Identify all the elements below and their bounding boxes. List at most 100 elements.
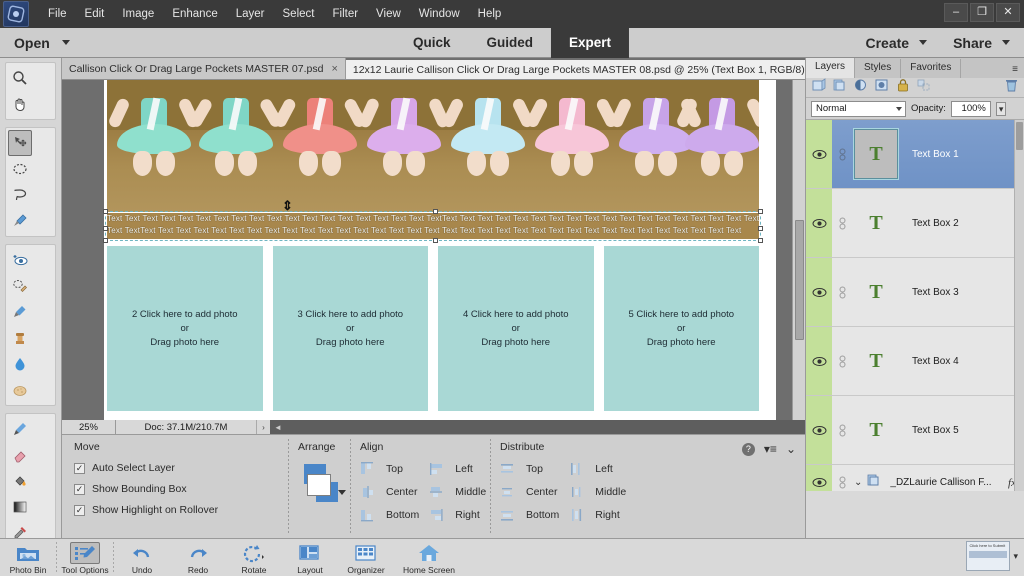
align-middle-label[interactable]: Middle bbox=[455, 486, 486, 498]
paint-bucket-tool[interactable] bbox=[8, 468, 32, 494]
chevron-down-icon[interactable] bbox=[338, 490, 346, 495]
layer-row-text-box-3[interactable]: T Text Box 3 bbox=[806, 258, 1024, 327]
create-button[interactable]: Create bbox=[865, 35, 928, 51]
layer-link-icon[interactable] bbox=[832, 424, 852, 437]
submit-thumbnail[interactable]: Click here to Submit bbox=[966, 541, 1011, 571]
layer-link-icon[interactable] bbox=[832, 148, 852, 161]
distribute-bottom-icon[interactable] bbox=[500, 508, 516, 522]
blur-tool[interactable] bbox=[8, 351, 32, 377]
spot-healing-brush-tool[interactable] bbox=[8, 273, 32, 299]
lock-layer-icon[interactable] bbox=[896, 78, 911, 97]
adjustment-layer-icon[interactable] bbox=[854, 78, 869, 97]
resize-handle-e[interactable] bbox=[758, 226, 763, 231]
move-tool[interactable] bbox=[8, 130, 32, 156]
chevron-down-icon[interactable]: ⌄ bbox=[854, 477, 862, 488]
taskbar-photo-bin[interactable]: Photo Bin bbox=[0, 539, 56, 576]
layer-row-text-box-1[interactable]: T Text Box 1 bbox=[806, 120, 1024, 189]
layer-thumbnail[interactable]: T bbox=[853, 128, 899, 180]
layer-thumbnail[interactable]: T bbox=[854, 267, 898, 317]
arrange-stack-icon[interactable] bbox=[298, 462, 354, 506]
align-left-icon[interactable] bbox=[429, 462, 445, 476]
link-layers-icon[interactable] bbox=[917, 78, 932, 97]
zoom-tool[interactable] bbox=[8, 65, 32, 91]
delete-layer-icon[interactable] bbox=[1005, 78, 1018, 97]
layer-link-icon[interactable] bbox=[832, 355, 852, 368]
hand-tool[interactable] bbox=[8, 91, 32, 117]
sponge-tool[interactable] bbox=[8, 377, 32, 403]
distribute-center-icon[interactable] bbox=[500, 485, 516, 499]
tab-favorites[interactable]: Favorites bbox=[901, 59, 962, 78]
clone-stamp-tool[interactable] bbox=[8, 325, 32, 351]
eraser-tool[interactable] bbox=[8, 442, 32, 468]
layer-name[interactable]: Text Box 3 bbox=[912, 287, 959, 298]
distribute-top-icon[interactable] bbox=[500, 462, 516, 476]
layer-row-group[interactable]: ⌄ _DZLaurie Callison F... fx bbox=[806, 465, 1024, 491]
menu-enhance[interactable]: Enhance bbox=[163, 4, 226, 24]
layer-visibility-toggle[interactable] bbox=[806, 189, 832, 257]
layers-list[interactable]: T Text Box 1 T Text Box 2 T Text Box 3 T… bbox=[806, 120, 1024, 491]
duplicate-layer-icon[interactable] bbox=[833, 78, 848, 97]
layer-row-text-box-4[interactable]: T Text Box 4 bbox=[806, 327, 1024, 396]
resize-handle-se[interactable] bbox=[758, 238, 763, 243]
resize-handle-ne[interactable] bbox=[758, 209, 763, 214]
tab-layers[interactable]: Layers bbox=[806, 58, 856, 78]
zoom-level[interactable]: 25% bbox=[62, 420, 116, 434]
resize-handle-sw[interactable] bbox=[103, 238, 108, 243]
distribute-left-icon[interactable] bbox=[569, 462, 585, 476]
distribute-right-label[interactable]: Right bbox=[595, 509, 626, 521]
menu-file[interactable]: File bbox=[39, 4, 76, 24]
scrollbar-thumb[interactable] bbox=[1016, 122, 1023, 150]
photo-pocket-2[interactable]: 2 Click here to add photo or Drag photo … bbox=[107, 246, 263, 411]
layer-link-icon[interactable] bbox=[832, 217, 852, 230]
distribute-top-label[interactable]: Top bbox=[526, 463, 559, 475]
layer-visibility-toggle[interactable] bbox=[806, 258, 832, 326]
layer-link-icon[interactable] bbox=[832, 286, 852, 299]
layer-visibility-toggle[interactable] bbox=[806, 465, 832, 491]
chevron-down-icon[interactable]: ⌄ bbox=[786, 442, 796, 456]
layer-name[interactable]: Text Box 2 bbox=[912, 218, 959, 229]
layer-thumbnail[interactable]: T bbox=[854, 336, 898, 386]
menu-image[interactable]: Image bbox=[113, 4, 163, 24]
help-icon[interactable]: ? bbox=[741, 442, 755, 456]
align-bottom-icon[interactable] bbox=[360, 508, 376, 522]
status-expand-icon[interactable]: › bbox=[256, 420, 270, 434]
minimize-button[interactable]: – bbox=[944, 3, 968, 22]
layer-thumbnail[interactable]: T bbox=[854, 405, 898, 455]
layers-scrollbar[interactable] bbox=[1014, 120, 1024, 491]
close-button[interactable]: ✕ bbox=[996, 3, 1020, 22]
taskbar-redo[interactable]: Redo bbox=[170, 539, 226, 576]
tab-expert[interactable]: Expert bbox=[550, 27, 630, 58]
align-top-icon[interactable] bbox=[360, 462, 376, 476]
photo-pocket-3[interactable]: 3 Click here to add photo or Drag photo … bbox=[272, 246, 428, 411]
distribute-left-label[interactable]: Left bbox=[595, 463, 626, 475]
document-page[interactable]: ⇕ Text Text Text Text Text Text Text Tex… bbox=[103, 80, 776, 432]
layer-visibility-toggle[interactable] bbox=[806, 396, 832, 464]
taskbar-layout[interactable]: Layout bbox=[282, 539, 338, 576]
layer-mask-icon[interactable] bbox=[875, 78, 890, 97]
resize-handle-nw[interactable] bbox=[103, 209, 108, 214]
smart-brush-tool[interactable] bbox=[8, 299, 32, 325]
menu-help[interactable]: Help bbox=[469, 4, 511, 24]
restore-button[interactable]: ❐ bbox=[970, 3, 994, 22]
ballet-photo[interactable]: ⇕ bbox=[107, 80, 759, 212]
align-left-label[interactable]: Left bbox=[455, 463, 486, 475]
panel-menu-icon[interactable]: ≡ bbox=[1006, 61, 1024, 78]
layer-group-name[interactable]: _DZLaurie Callison F... bbox=[890, 477, 991, 488]
photo-pocket-5[interactable]: 5 Click here to add photo or Drag photo … bbox=[603, 246, 759, 411]
open-button[interactable]: Open bbox=[14, 35, 70, 51]
align-middle-icon[interactable] bbox=[429, 485, 445, 499]
layer-visibility-toggle[interactable] bbox=[806, 120, 832, 188]
align-right-icon[interactable] bbox=[429, 508, 445, 522]
photo-pocket-4[interactable]: 4 Click here to add photo or Drag photo … bbox=[438, 246, 594, 411]
align-right-label[interactable]: Right bbox=[455, 509, 486, 521]
panel-menu-icon[interactable]: ▾≡ bbox=[764, 442, 777, 456]
red-eye-removal-tool[interactable] bbox=[8, 247, 32, 273]
brush-tool[interactable] bbox=[8, 416, 32, 442]
menu-layer[interactable]: Layer bbox=[227, 4, 274, 24]
taskbar-undo[interactable]: Undo bbox=[114, 539, 170, 576]
opacity-dropdown-icon[interactable]: ▾ bbox=[995, 101, 1007, 116]
distribute-middle-label[interactable]: Middle bbox=[595, 486, 626, 498]
show-bounding-box-checkbox[interactable]: ✓ Show Bounding Box bbox=[74, 483, 218, 495]
layer-row-text-box-5[interactable]: T Text Box 5 bbox=[806, 396, 1024, 465]
resize-handle-n[interactable] bbox=[433, 209, 438, 214]
